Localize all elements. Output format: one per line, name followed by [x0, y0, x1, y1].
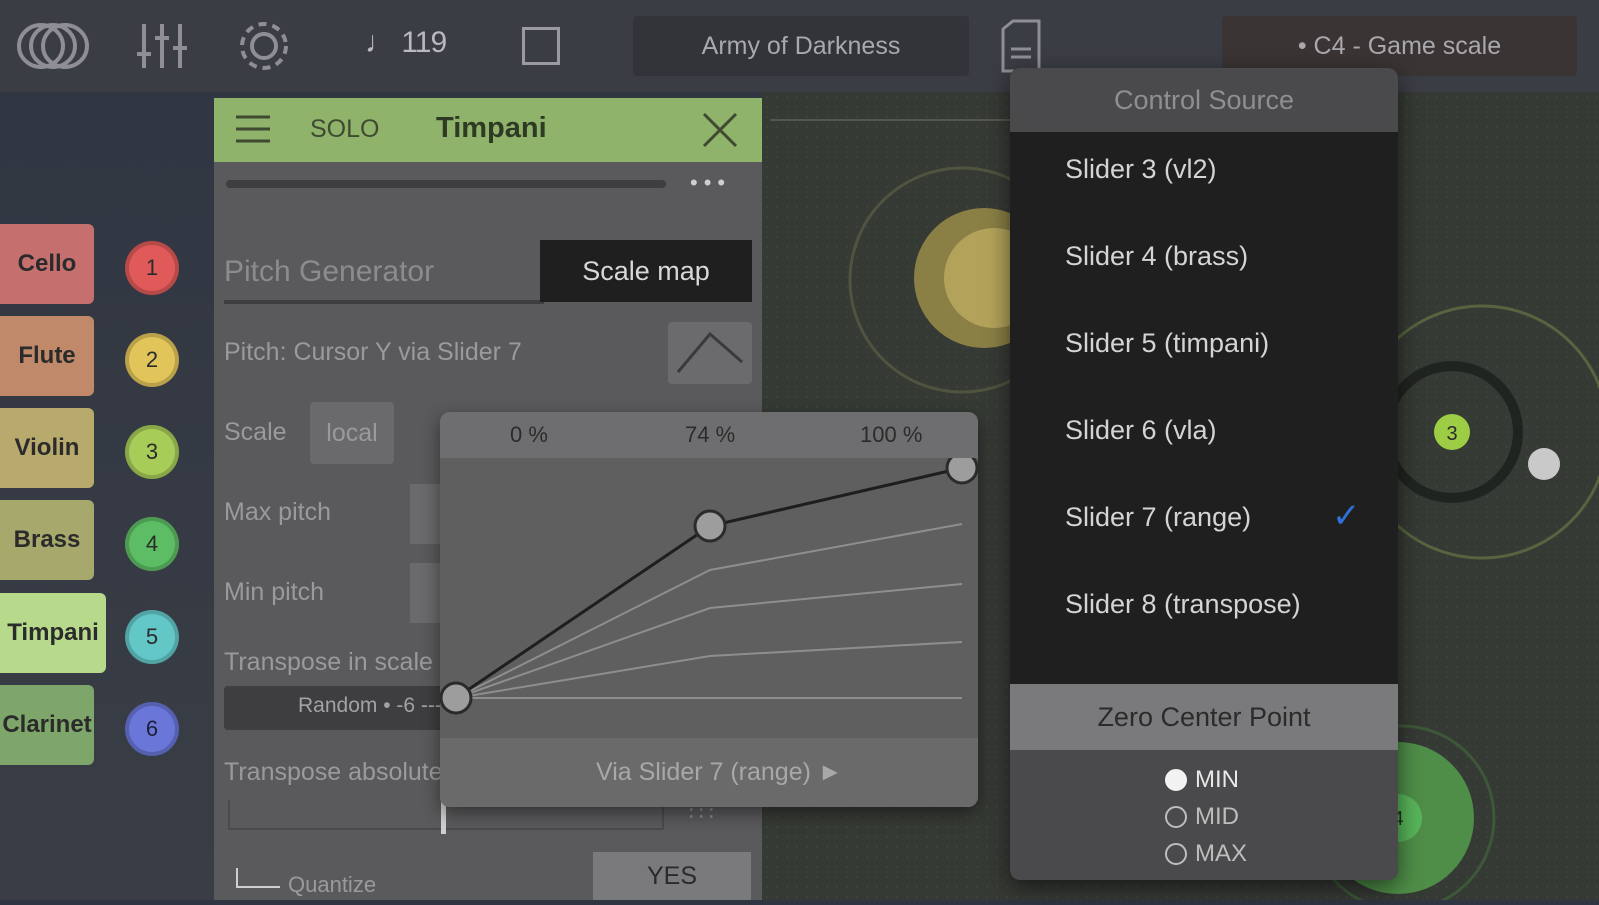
zero-center-header: Zero Center Point	[1010, 684, 1398, 750]
scale-selector[interactable]: • C4 - Game scale	[1222, 16, 1577, 76]
instrument-number-2[interactable]: 2	[125, 333, 179, 387]
panel-header: SOLO Timpani	[214, 98, 762, 162]
source-item-slider-3[interactable]: Slider 3 (vl2)	[1065, 154, 1217, 185]
min-pitch-label: Min pitch	[224, 578, 325, 606]
document-icon[interactable]	[998, 18, 1044, 74]
instrument-label: Violin	[14, 434, 80, 461]
checkmark-icon: ✓	[1332, 497, 1361, 535]
section-title: Pitch Generator	[224, 255, 435, 288]
radio-mid[interactable]: MID	[1165, 803, 1239, 831]
source-item-slider-7[interactable]: Slider 7 (range)	[1065, 502, 1251, 533]
instrument-number-4[interactable]: 4	[125, 517, 179, 571]
radio-max-circle[interactable]	[1165, 843, 1187, 865]
curve-point-end[interactable]	[945, 458, 978, 485]
source-item-slider-5[interactable]: Slider 5 (timpani)	[1065, 328, 1269, 359]
quantize-bracket	[236, 868, 280, 888]
instrument-label: Cello	[17, 250, 77, 277]
quantize-yes-button[interactable]: YES	[593, 852, 751, 900]
canvas-node-3-label: 3	[1446, 423, 1457, 445]
instrument-tab-timpani[interactable]: Timpani	[0, 593, 106, 673]
random-label: Random • -6 ---	[298, 694, 442, 717]
instrument-number-3[interactable]: 3	[125, 425, 179, 479]
curve-source-link[interactable]: Via Slider 7 (range) ►	[596, 758, 843, 787]
quantize-label: Quantize	[288, 872, 377, 897]
stop-icon[interactable]	[518, 18, 564, 74]
instrument-number-5[interactable]: 5	[125, 610, 179, 664]
curve-col-2: 100 %	[860, 422, 923, 447]
scale-value-button[interactable]: local	[310, 402, 394, 464]
instrument-label: Timpani	[7, 619, 99, 646]
curve-point-start[interactable]	[440, 681, 473, 715]
curve-icon[interactable]	[668, 322, 752, 384]
transpose-scale-label: Transpose in scale	[224, 648, 433, 676]
gear-icon[interactable]	[236, 18, 292, 74]
source-item-slider-4[interactable]: Slider 4 (brass)	[1065, 241, 1248, 272]
radio-min-circle[interactable]	[1165, 769, 1187, 791]
instrument-label: Clarinet	[2, 711, 92, 738]
tempo-display[interactable]: ♩ 119	[365, 26, 447, 60]
panel-scrollbar[interactable]	[226, 180, 666, 188]
curve-point-mid[interactable]	[693, 509, 727, 543]
divider	[224, 300, 544, 304]
radio-mid-circle[interactable]	[1165, 806, 1187, 828]
solo-button[interactable]: SOLO	[310, 115, 379, 144]
more-icon[interactable]: •••	[690, 170, 731, 196]
instrument-label: Brass	[13, 526, 81, 553]
rings-logo-icon[interactable]	[16, 18, 90, 74]
menu-icon[interactable]	[236, 114, 270, 149]
radio-min-label: MIN	[1195, 766, 1239, 793]
radio-mid-label: MID	[1195, 803, 1239, 830]
radio-max[interactable]: MAX	[1165, 840, 1247, 868]
instrument-number-6[interactable]: 6	[125, 702, 179, 756]
song-title[interactable]: Army of Darkness	[633, 16, 969, 76]
curve-graph[interactable]	[440, 458, 978, 738]
source-item-slider-8[interactable]: Slider 8 (transpose)	[1065, 589, 1301, 620]
control-source-dropdown: Control Source Slider 3 (vl2) Slider 4 (…	[1010, 68, 1398, 880]
curve-col-1: 74 %	[685, 422, 736, 447]
instrument-tab-brass[interactable]: Brass	[0, 500, 94, 580]
mixer-icon[interactable]	[134, 18, 190, 74]
scale-label: Scale	[224, 418, 287, 446]
radio-min[interactable]: MIN	[1165, 766, 1239, 794]
panel-title: Timpani	[436, 112, 547, 144]
transpose-abs-label: Transpose absolute	[224, 758, 443, 786]
dropdown-header: Control Source	[1010, 68, 1398, 132]
instrument-label: Flute	[18, 342, 76, 369]
max-pitch-label: Max pitch	[224, 498, 331, 526]
curve-popup: 0 % 74 % 100 % Via Slider 7 (range) ►	[440, 412, 978, 807]
scale-map-button[interactable]: Scale map	[540, 240, 752, 302]
curve-col-0: 0 %	[510, 422, 548, 447]
instrument-tab-flute[interactable]: Flute	[0, 316, 94, 396]
instrument-tab-violin[interactable]: Violin	[0, 408, 94, 488]
pitch-source-label: Pitch: Cursor Y via Slider 7	[224, 338, 522, 366]
instrument-number-1[interactable]: 1	[125, 241, 179, 295]
source-item-slider-6[interactable]: Slider 6 (vla)	[1065, 415, 1217, 446]
radio-max-label: MAX	[1195, 840, 1248, 867]
close-icon[interactable]	[700, 110, 740, 155]
instrument-tab-clarinet[interactable]: Clarinet	[0, 685, 94, 765]
instrument-tab-cello[interactable]: Cello	[0, 224, 94, 304]
